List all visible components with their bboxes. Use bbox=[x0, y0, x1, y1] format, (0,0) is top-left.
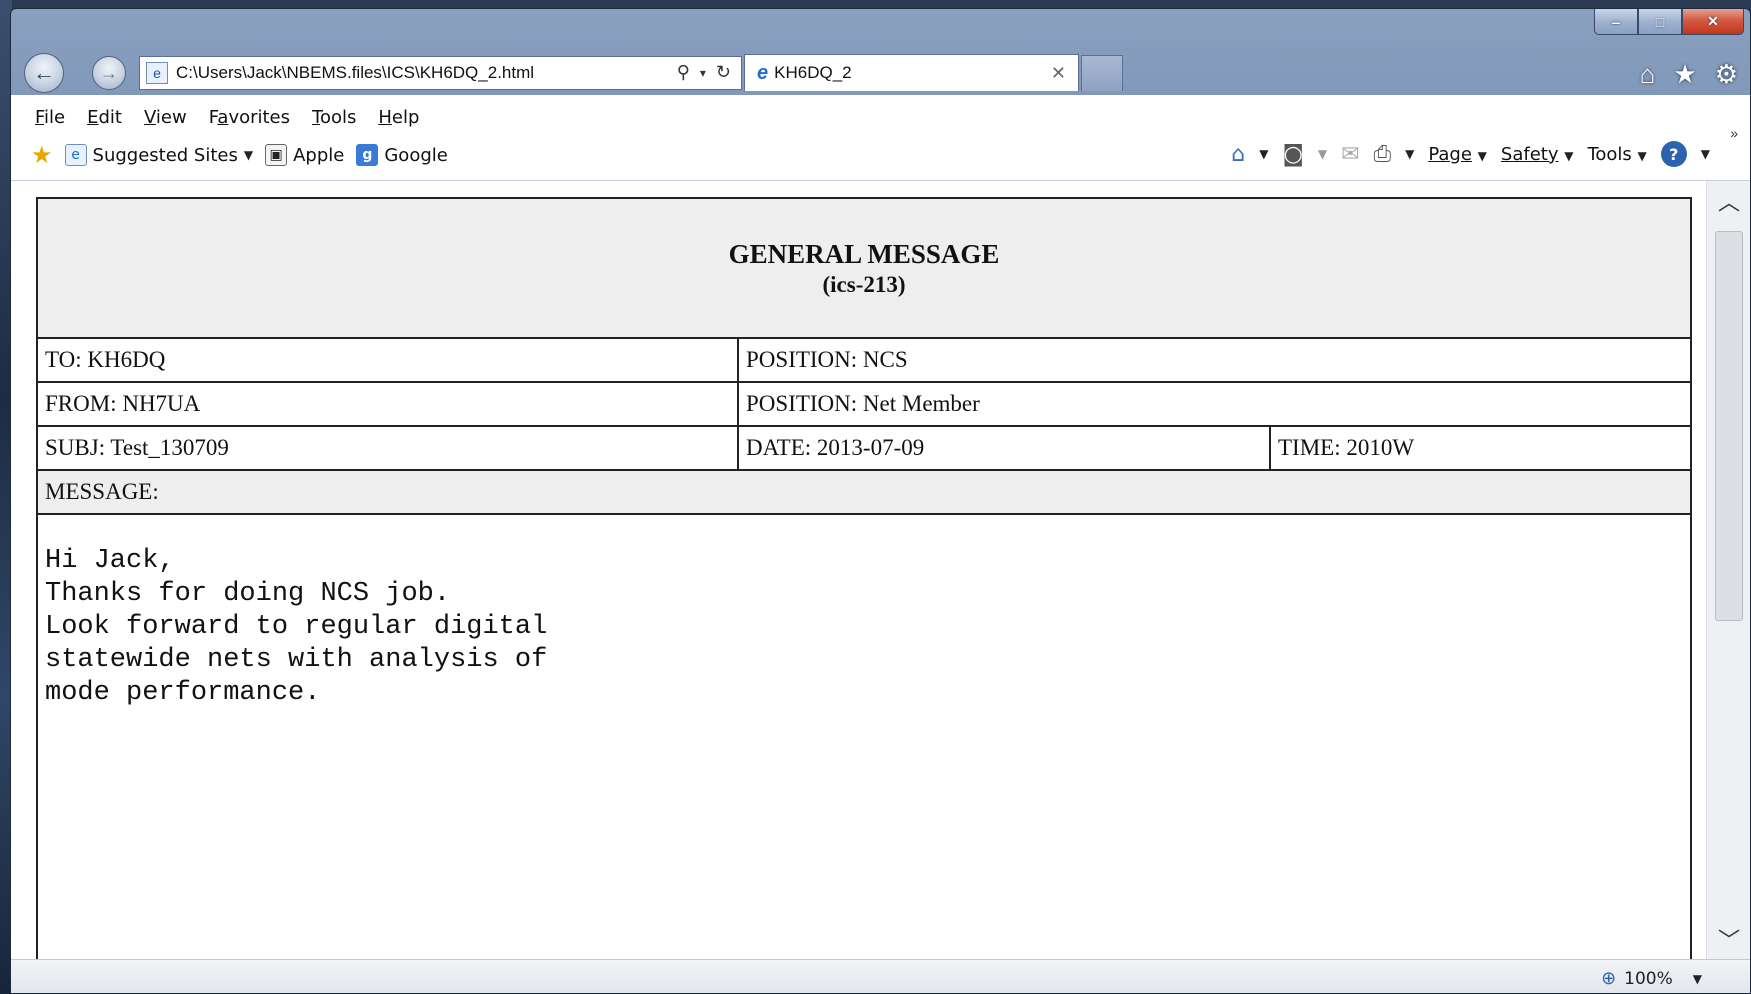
command-bar: ⌂ ▼ ◙ ▼ ✉ ⎙ ▼ Page ▼ Safety ▼ Tools ▼ ? … bbox=[1231, 141, 1710, 167]
menu-view[interactable]: View bbox=[144, 107, 187, 128]
back-arrow-icon: ← bbox=[33, 60, 55, 85]
menu-bar: File Edit View Favorites Tools Help bbox=[35, 107, 419, 128]
chevron-down-icon[interactable]: ▼ bbox=[1405, 147, 1414, 161]
settings-gear-icon[interactable]: ⚙ bbox=[1715, 59, 1738, 90]
google-icon: g bbox=[356, 144, 379, 166]
chevron-down-icon[interactable]: ▼ bbox=[1259, 147, 1268, 161]
ics-213-form: GENERAL MESSAGE (ics-213) TO: KH6DQ POSI… bbox=[36, 197, 1692, 959]
tab-close-icon[interactable]: ✕ bbox=[1051, 63, 1066, 84]
mail-icon[interactable]: ✉ bbox=[1341, 142, 1359, 167]
back-button[interactable]: ← bbox=[24, 53, 64, 93]
add-favorites-star-icon[interactable]: ★ bbox=[31, 141, 53, 169]
subject-field: SUBJ: Test_130709 bbox=[36, 425, 739, 471]
menu-tools[interactable]: Tools bbox=[312, 107, 356, 128]
caption-buttons: ‒ □ ✕ bbox=[1594, 9, 1744, 39]
to-field: TO: KH6DQ bbox=[36, 337, 739, 383]
fav-apple[interactable]: ▣ Apple bbox=[265, 144, 344, 166]
to-position-field: POSITION: NCS bbox=[737, 337, 1692, 383]
time-field: TIME: 2010W bbox=[1269, 425, 1692, 471]
fav-google-label: Google bbox=[384, 144, 448, 166]
chevron-down-icon[interactable]: ▼ bbox=[1693, 972, 1702, 986]
zoom-icon: ⊕ bbox=[1601, 968, 1617, 989]
address-tools: ⚲ ▾ ↻ bbox=[677, 62, 741, 84]
menu-edit[interactable]: Edit bbox=[87, 107, 122, 128]
help-icon[interactable]: ? bbox=[1660, 141, 1687, 167]
search-icon[interactable]: ⚲ bbox=[677, 62, 690, 84]
message-label: MESSAGE: bbox=[36, 469, 1692, 515]
fav-suggested-label: Suggested Sites bbox=[92, 144, 238, 166]
zoom-control[interactable]: ⊕ 100% ▼ bbox=[1601, 968, 1702, 989]
from-field: FROM: NH7UA bbox=[36, 381, 739, 427]
favorites-star-icon[interactable]: ★ bbox=[1673, 59, 1696, 90]
date-field: DATE: 2013-07-09 bbox=[737, 425, 1271, 471]
ie-page-icon: e bbox=[146, 62, 168, 84]
ie-tab-icon: e bbox=[757, 61, 769, 84]
message-body: Hi Jack, Thanks for doing NCS job. Look … bbox=[45, 546, 548, 708]
page-menu[interactable]: Page ▼ bbox=[1428, 144, 1487, 165]
form-title: GENERAL MESSAGE bbox=[728, 239, 1000, 269]
dropdown-icon[interactable]: ▾ bbox=[700, 62, 706, 84]
home-icon[interactable]: ⌂ bbox=[1640, 59, 1656, 90]
print-icon[interactable]: ⎙ bbox=[1374, 142, 1392, 167]
toolbar-overflow-icon[interactable]: » bbox=[1730, 125, 1738, 141]
safety-menu[interactable]: Safety ▼ bbox=[1501, 144, 1574, 165]
from-position-field: POSITION: Net Member bbox=[737, 381, 1692, 427]
scroll-down-icon[interactable]: ﹀ bbox=[1707, 919, 1750, 959]
tab-active[interactable]: e KH6DQ_2 ✕ bbox=[744, 54, 1079, 91]
feeds-icon[interactable]: ◙ bbox=[1282, 142, 1303, 167]
form-subtitle: (ics-213) bbox=[822, 272, 906, 297]
chevron-down-icon[interactable]: ▼ bbox=[1701, 147, 1710, 161]
browser-toolbars: File Edit View Favorites Tools Help ★ e … bbox=[11, 95, 1750, 181]
chevron-down-icon[interactable]: ▼ bbox=[1318, 147, 1327, 161]
address-url[interactable]: C:\Users\Jack\NBEMS.files\ICS\KH6DQ_2.ht… bbox=[176, 63, 677, 83]
scroll-up-icon[interactable]: ︿ bbox=[1707, 181, 1750, 221]
tools-menu[interactable]: Tools ▼ bbox=[1587, 144, 1646, 165]
tab-title: KH6DQ_2 bbox=[774, 63, 852, 82]
home-icon[interactable]: ⌂ bbox=[1231, 142, 1245, 167]
browser-right-icons: ⌂ ★ ⚙ bbox=[1640, 59, 1738, 90]
page-viewport: GENERAL MESSAGE (ics-213) TO: KH6DQ POSI… bbox=[11, 181, 1708, 959]
minimize-button[interactable]: ‒ bbox=[1594, 9, 1638, 35]
status-bar: ⊕ 100% ▼ bbox=[11, 959, 1750, 993]
scroll-thumb[interactable] bbox=[1715, 231, 1743, 621]
form-header: GENERAL MESSAGE (ics-213) bbox=[36, 197, 1692, 339]
address-bar[interactable]: e C:\Users\Jack\NBEMS.files\ICS\KH6DQ_2.… bbox=[139, 56, 742, 90]
fav-apple-label: Apple bbox=[293, 144, 345, 166]
forward-button[interactable]: → bbox=[92, 56, 126, 90]
forward-arrow-icon: → bbox=[100, 62, 118, 83]
menu-favorites[interactable]: Favorites bbox=[209, 107, 290, 128]
apple-icon: ▣ bbox=[265, 144, 288, 166]
new-tab-button[interactable] bbox=[1081, 55, 1123, 91]
menu-file[interactable]: File bbox=[35, 107, 65, 128]
refresh-icon[interactable]: ↻ bbox=[716, 62, 731, 84]
chevron-down-icon: ▼ bbox=[243, 148, 254, 162]
menu-help[interactable]: Help bbox=[378, 107, 419, 128]
close-window-button[interactable]: ✕ bbox=[1682, 9, 1744, 35]
navigation-row: ← → e C:\Users\Jack\NBEMS.files\ICS\KH6D… bbox=[11, 47, 1750, 99]
ie-icon: e bbox=[64, 144, 87, 166]
favorites-bar: ★ e Suggested Sites ▼ ▣ Apple g Google bbox=[31, 141, 448, 169]
fav-google[interactable]: g Google bbox=[356, 144, 448, 166]
fav-suggested-sites[interactable]: e Suggested Sites ▼ bbox=[64, 144, 254, 166]
vertical-scrollbar[interactable]: ︿ ﹀ bbox=[1706, 181, 1750, 959]
browser-window: ‒ □ ✕ ← → e C:\Users\Jack\NBEMS.files\IC… bbox=[10, 8, 1751, 994]
maximize-button[interactable]: □ bbox=[1638, 9, 1682, 35]
message-body-cell: Hi Jack, Thanks for doing NCS job. Look … bbox=[36, 513, 1692, 959]
zoom-level: 100% bbox=[1624, 968, 1673, 989]
